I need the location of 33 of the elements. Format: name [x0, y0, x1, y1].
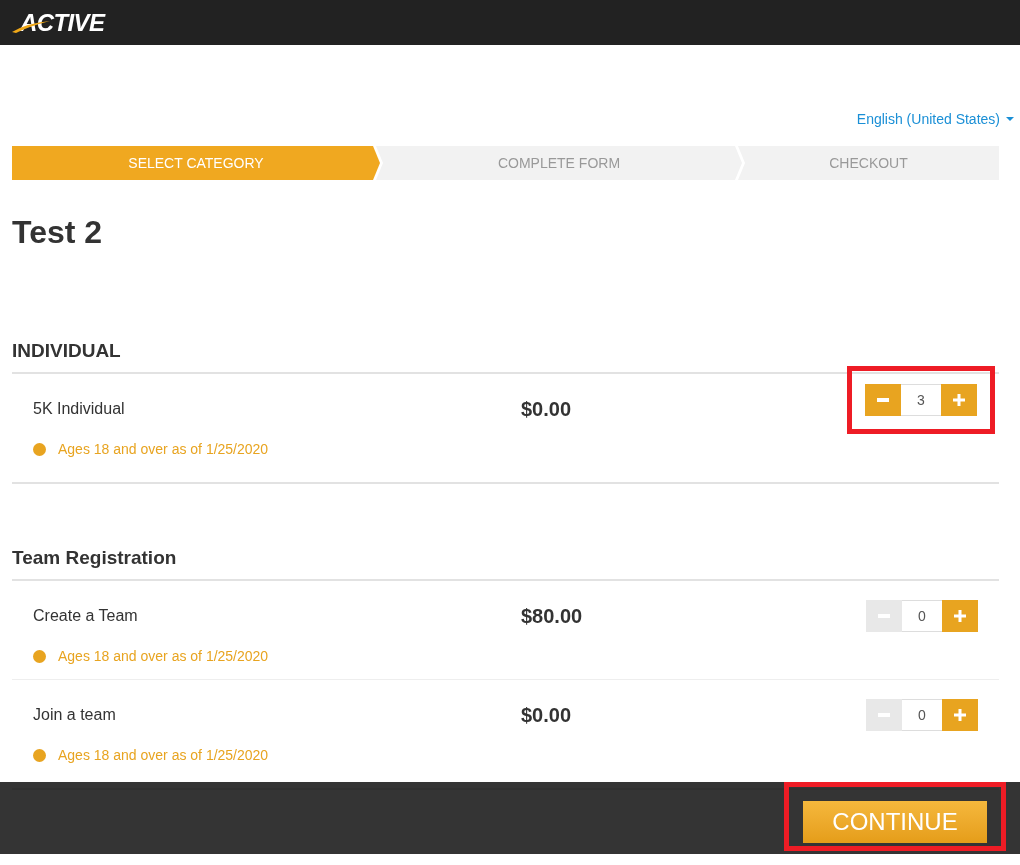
- dot-icon: [33, 443, 46, 456]
- eligibility-note: Ages 18 and over as of 1/25/2020: [58, 647, 269, 666]
- plus-icon: [954, 709, 966, 721]
- minus-button[interactable]: [865, 384, 901, 416]
- category-name: Create a Team: [33, 606, 139, 626]
- quantity-field[interactable]: 0: [902, 600, 942, 632]
- category-price: $0.00: [521, 703, 573, 728]
- caret-icon: [1006, 117, 1014, 121]
- step-tab[interactable]: SELECT CATEGORY: [12, 146, 380, 180]
- category-price: $0.00: [521, 397, 573, 422]
- page-title: Test 2: [12, 214, 104, 250]
- plus-icon: [954, 610, 966, 622]
- step-tab[interactable]: CHECKOUT: [738, 146, 999, 180]
- continue-button[interactable]: CONTINUE: [803, 800, 987, 843]
- plus-button[interactable]: [942, 600, 978, 632]
- logo[interactable]: ACTIVE: [14, 4, 105, 41]
- dot-icon: [33, 749, 46, 762]
- eligibility-note: Ages 18 and over as of 1/25/2020: [58, 746, 269, 765]
- quantity-field[interactable]: 0: [902, 699, 942, 731]
- minus-icon: [877, 398, 889, 402]
- category-name: Join a team: [33, 705, 117, 725]
- category-name: 5K Individual: [33, 399, 126, 419]
- category-price: $80.00: [521, 604, 584, 629]
- plus-button[interactable]: [942, 699, 978, 731]
- section-heading: Team Registration: [12, 546, 178, 570]
- dot-icon: [33, 650, 46, 663]
- language-selector[interactable]: English (United States): [856, 109, 1014, 129]
- quantity-field[interactable]: 3: [901, 384, 941, 416]
- eligibility-note: Ages 18 and over as of 1/25/2020: [58, 440, 269, 459]
- step-tab[interactable]: COMPLETE FORM: [376, 146, 742, 180]
- section-heading: INDIVIDUAL: [12, 339, 122, 363]
- plus-icon: [953, 394, 965, 406]
- plus-button[interactable]: [941, 384, 977, 416]
